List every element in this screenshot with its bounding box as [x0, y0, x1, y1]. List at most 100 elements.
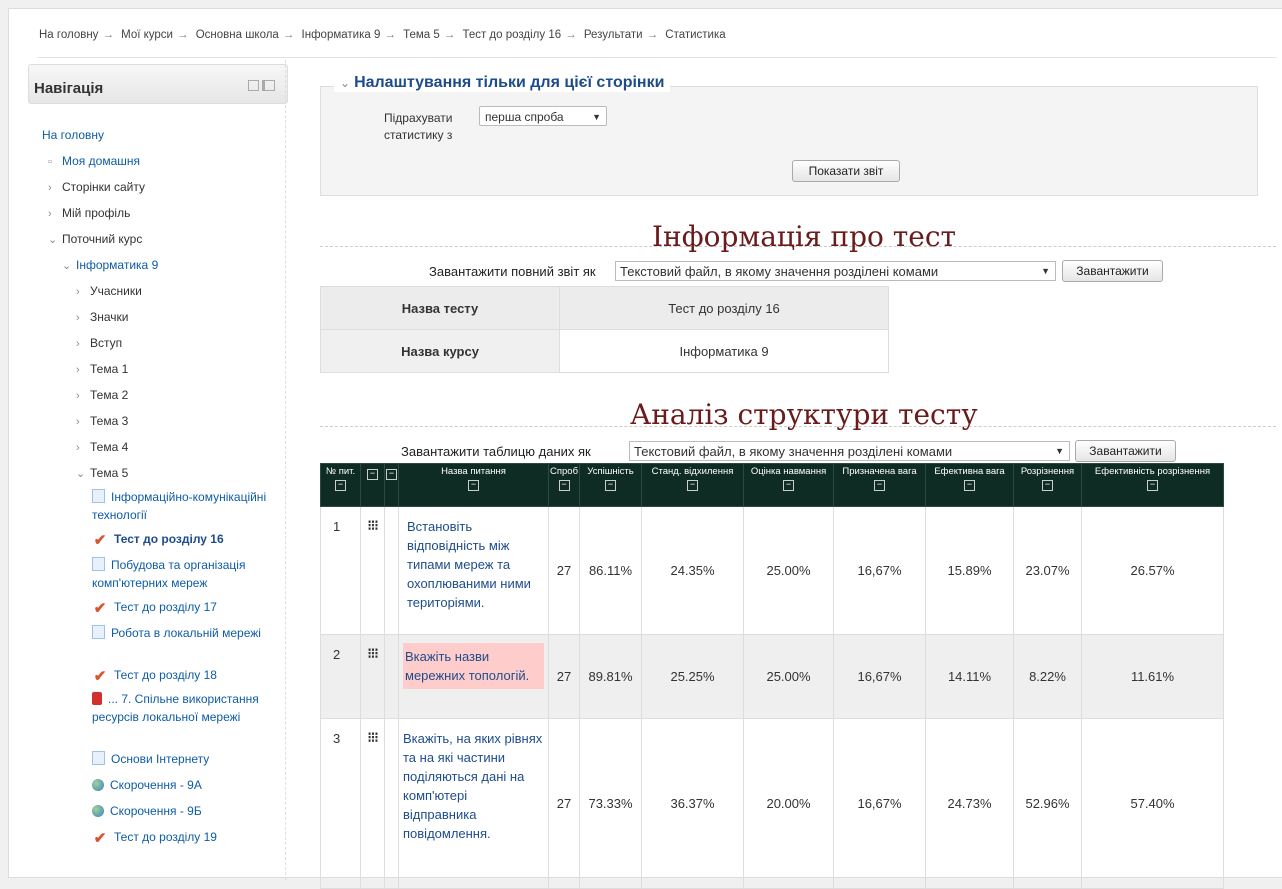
info-key: Назва тесту [320, 286, 560, 330]
structure-table: № пит. − − − Назва питання − Спроб − Успішн… [320, 463, 1225, 889]
col-discrimination-efficiency[interactable]: Ефективність розрізнення − [1081, 463, 1225, 507]
nav-item-local-network[interactable]: Робота в локальній мережі [92, 624, 272, 642]
nav-item-label: Тест до розділу 18 [114, 668, 217, 682]
col-sd[interactable]: Станд. відхилення − [641, 463, 745, 507]
question-name-link[interactable]: Встановіть відповідність між типами мере… [407, 519, 531, 610]
breadcrumb-quiz[interactable]: Тест до розділу 16 [462, 29, 561, 41]
nav-item-abbr-9b[interactable]: Скорочення - 9Б [92, 802, 202, 820]
nav-item-label: Скорочення - 9Б [110, 804, 202, 818]
column-label: Призначена вага [842, 466, 917, 477]
nav-item-topic-5[interactable]: ⌄ Тема 5 [76, 460, 128, 487]
nav-item-topic-4[interactable]: › Тема 4 [76, 434, 128, 461]
col-preview[interactable]: − [384, 463, 399, 507]
nav-item-quiz-18[interactable]: ✔Робота в локальній мережіТест до розділ… [92, 666, 217, 684]
download-report-button[interactable]: Завантажити [1062, 260, 1163, 282]
page-icon [92, 557, 105, 571]
breadcrumb-course[interactable]: Інформатика 9 [302, 29, 381, 41]
col-discrimination[interactable]: Розрізнення − [1013, 463, 1083, 507]
download-table-button[interactable]: Завантажити [1075, 440, 1176, 462]
navigation-block: Навігація На головну ▫ Моя домашня › Сторі… [28, 62, 288, 882]
nav-item-participants[interactable]: › Учасники [76, 278, 142, 305]
column-label: Ефективність розрізнення [1094, 466, 1211, 477]
matching-question-icon: ⁝⁝⁝ [360, 506, 385, 635]
nav-item-label: Побудова та організація комп'ютерних мер… [92, 558, 246, 590]
collapse-column-icon[interactable]: − [468, 480, 479, 491]
col-intended-weight[interactable]: Призначена вага − [833, 463, 927, 507]
breadcrumb-topic[interactable]: Тема 5 [403, 29, 440, 41]
nav-item-my-home[interactable]: ▫ Моя домашня [48, 148, 140, 175]
question-name-cell: Встановіть відповідність між типами мере… [398, 506, 549, 635]
collapse-column-icon[interactable]: − [386, 469, 397, 480]
nav-item-intro[interactable]: › Вступ [76, 330, 122, 357]
nav-item-internet-basics[interactable]: Основи Інтернету [92, 750, 209, 768]
nav-item-label: Тема 1 [90, 362, 129, 376]
nav-item-topic-2[interactable]: › Тема 2 [76, 382, 128, 409]
attempt-select[interactable]: перша спроба ▼ [479, 106, 607, 126]
nav-item-topic-3[interactable]: › Тема 3 [76, 408, 128, 435]
collapse-column-icon[interactable]: − [1147, 480, 1159, 491]
matching-question-icon: ⁝⁝⁝ [360, 718, 385, 889]
nav-item-quiz-17[interactable]: ✔ Тест до розділу 17 [92, 598, 217, 616]
collapse-column-icon[interactable]: − [687, 480, 699, 491]
quiz-check-icon: ✔ [93, 600, 107, 617]
nav-item-shared-resources[interactable]: ... 7. Спільне використання ресурсів лок… [92, 690, 282, 726]
collapse-column-icon[interactable]: − [605, 480, 617, 491]
nav-item-badges[interactable]: › Значки [76, 304, 129, 331]
show-report-button[interactable]: Показати звіт [792, 160, 900, 182]
attempts-cell: 27 [547, 506, 581, 635]
col-facility[interactable]: Успішність − [579, 463, 643, 507]
col-attempts[interactable]: Спроб − [547, 463, 581, 507]
col-icon[interactable]: − [360, 463, 385, 507]
nav-item-label: Скорочення - 9А [110, 778, 202, 792]
nav-item-quiz-19[interactable]: ✔ Тест до розділу 19 [92, 828, 217, 846]
breadcrumb-sep: → [384, 29, 396, 41]
collapse-column-icon[interactable]: − [874, 480, 886, 491]
collapse-column-icon[interactable]: − [964, 480, 976, 491]
nav-item-current-course[interactable]: ⌄ Поточний курс [48, 226, 142, 253]
nav-item-label: Тест до розділу 19 [114, 830, 217, 844]
col-effective-weight[interactable]: Ефективна вага − [925, 463, 1015, 507]
settings-legend[interactable]: ⌄ Налаштування тільки для цієї сторінки [334, 74, 671, 92]
dock-block-icon[interactable] [262, 80, 275, 91]
question-name-link[interactable]: Вкажіть, на яких рівнях та на які частин… [403, 731, 542, 841]
nav-item-abbr-9a[interactable]: Скорочення - 9А [92, 776, 202, 794]
question-name-cell: Вкажіть назви мережних топологій. [398, 634, 549, 719]
col-number[interactable]: № пит. − [320, 463, 361, 507]
page-icon [92, 489, 105, 503]
effective-weight-cell: 15.89% [925, 506, 1015, 635]
nav-item-home[interactable]: На головну [42, 122, 104, 148]
collapse-column-icon[interactable]: − [367, 469, 378, 480]
table-header-row: № пит. − − − Назва питання − Спроб − Успішн… [320, 463, 1225, 507]
download-table-format-select[interactable]: Текстовий файл, в якому значення розділе… [629, 441, 1070, 461]
nav-item-site-pages[interactable]: › Сторінки сайту [48, 174, 145, 201]
col-random-guess[interactable]: Оцінка навмання − [743, 463, 835, 507]
collapse-block-icon[interactable] [248, 80, 259, 91]
column-label: Спроб [550, 466, 579, 477]
download-report-format-select[interactable]: Текстовий файл, в якому значення розділе… [615, 261, 1056, 281]
collapse-column-icon[interactable]: − [335, 480, 346, 491]
breadcrumb-sep: → [565, 29, 577, 41]
breadcrumb-my-courses[interactable]: Мої курси [121, 29, 173, 41]
nav-item-label: Робота в локальній мережі [111, 626, 261, 640]
breadcrumb-school[interactable]: Основна школа [196, 29, 279, 41]
breadcrumb-home[interactable]: На головну [39, 29, 98, 41]
breadcrumb-sep: → [443, 29, 456, 41]
nav-item-ict[interactable]: Інформаційно-комунікаційні технології [92, 488, 282, 524]
structure-heading: Аналіз структури тесту [630, 398, 978, 431]
question-name-link[interactable]: Вкажіть назви мережних топологій. [405, 649, 529, 683]
nav-item-course[interactable]: ⌄ Інформатика 9 [62, 252, 158, 279]
preview-cell [384, 634, 399, 719]
nav-item-topic-1[interactable]: › Тема 1 [76, 356, 128, 383]
col-question-name[interactable]: Назва питання − [398, 463, 549, 507]
collapse-column-icon[interactable]: − [1042, 480, 1054, 491]
chevron-down-icon: ⌄ [62, 260, 72, 272]
breadcrumb-results[interactable]: Результати [584, 29, 643, 41]
download-report-label: Завантажити повний звіт як [429, 264, 596, 279]
nav-item-my-profile[interactable]: › Мій профіль [48, 200, 130, 227]
nav-item-networks[interactable]: Побудова та організація комп'ютерних мер… [92, 556, 282, 592]
collapse-column-icon[interactable]: − [558, 480, 570, 491]
guess-cell: 25.00% [743, 634, 835, 719]
collapse-column-icon[interactable]: − [783, 480, 795, 491]
nav-item-quiz-16[interactable]: ✔ Тест до розділу 16 [92, 530, 224, 548]
nav-item-label: Основи Інтернету [111, 752, 210, 766]
